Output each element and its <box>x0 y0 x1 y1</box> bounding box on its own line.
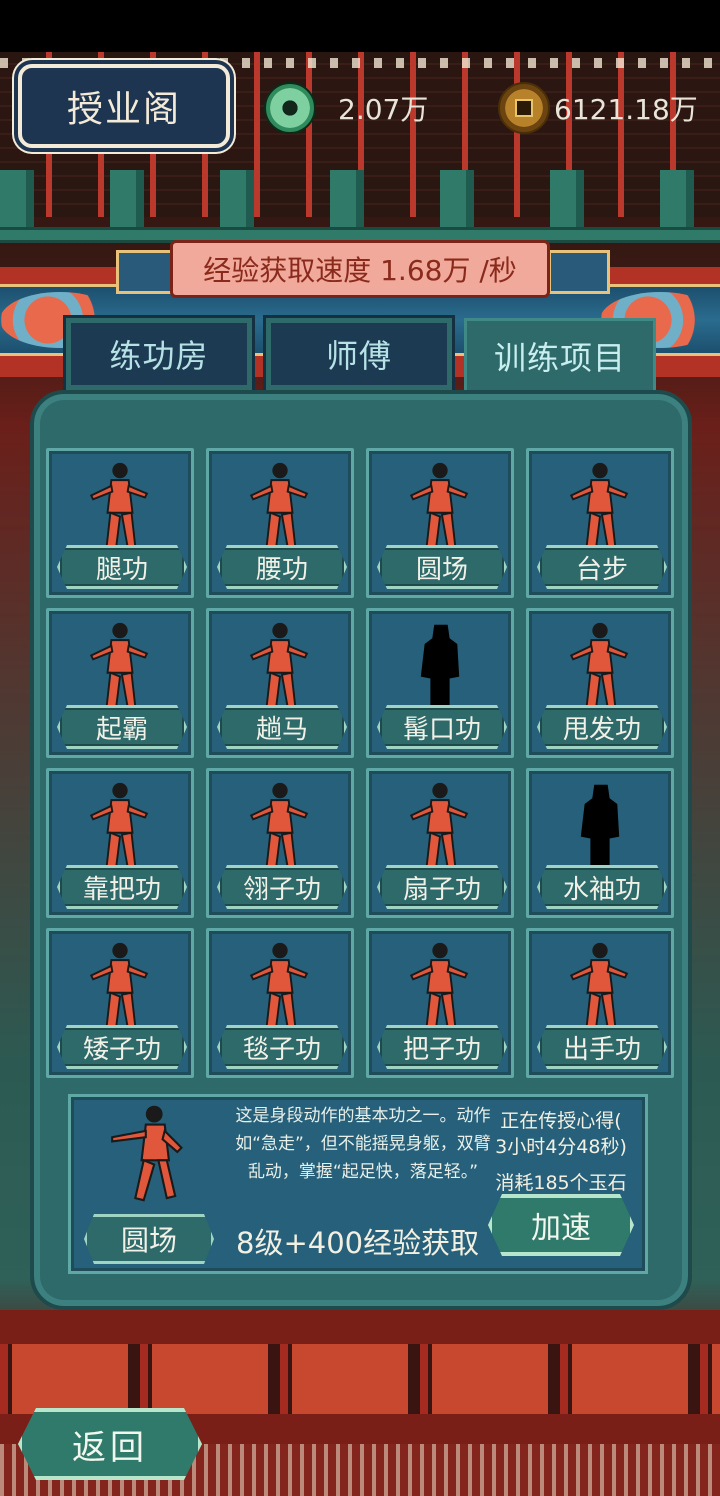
skill-card-label: 髯口功 <box>377 705 507 749</box>
coin-amount: 6121.18万 <box>554 93 698 126</box>
skill-grid: 腿功 腰功 圆场 台步起霸 趟马 髯口功 甩发功靠把功 翎子功 扇子功 水袖功矮子功 毯子功 把子功出… <box>46 448 676 1080</box>
skill-card-label: 水袖功 <box>537 865 667 909</box>
tab-label: 练功房 <box>109 337 209 375</box>
skill-card-label: 出手功 <box>537 1025 667 1069</box>
skill-card-label: 翎子功 <box>217 865 347 909</box>
jade-amount: 2.07万 <box>338 93 429 126</box>
status-bar <box>0 0 720 52</box>
exp-speed-text: 经验获取速度 1.68万 /秒 <box>203 254 517 287</box>
skill-card-label: 腿功 <box>57 545 187 589</box>
walking-figure-icon <box>111 1105 183 1202</box>
status-line2: 3小时4分48秒) <box>495 1136 627 1158</box>
horsewhip-figure-icon <box>249 622 309 709</box>
skill-card-label: 台步 <box>537 545 667 589</box>
skill-description: 这是身段动作的基本功之一。动作如“急走”，但不能摇晃身躯，双臂乱动，掌握“起足快… <box>235 1106 491 1182</box>
skill-card[interactable]: 出手功 <box>526 928 674 1078</box>
weapon-stance-figure-icon <box>409 942 469 1029</box>
general-pose-figure-icon <box>89 622 149 709</box>
skill-card-label: 靠把功 <box>57 865 187 909</box>
back-label: 返回 <box>72 1427 148 1468</box>
training-status: 正在传授心得( 3小时4分48秒) 消耗185个玉石 <box>484 1108 638 1196</box>
detail-skill-name: 圆场 <box>84 1214 214 1264</box>
tab-training-items[interactable]: 训练项目 <box>464 318 656 390</box>
jade-disc-icon <box>264 82 316 134</box>
skill-card[interactable]: 台步 <box>526 448 674 598</box>
skill-card[interactable]: 起霸 <box>46 608 194 758</box>
copper-coin-icon <box>498 82 550 134</box>
skill-card-label: 起霸 <box>57 705 187 749</box>
page-title-plaque: 授业阁 <box>18 64 230 148</box>
skill-card[interactable]: 腰功 <box>206 448 354 598</box>
skill-card[interactable]: 趟马 <box>206 608 354 758</box>
back-button[interactable]: 返回 <box>18 1408 202 1480</box>
tab-practice-room[interactable]: 练功房 <box>63 315 255 393</box>
speed-up-button[interactable]: 加速 <box>488 1194 634 1256</box>
skill-card[interactable]: 髯口功 <box>366 608 514 758</box>
knot-ornament-right <box>548 250 610 294</box>
skill-card[interactable]: 圆场 <box>366 448 514 598</box>
fan-figure-icon <box>409 782 469 869</box>
status-line1: 正在传授心得( <box>500 1110 622 1132</box>
skill-card-label: 毯子功 <box>217 1025 347 1069</box>
throwing-figure-icon <box>569 942 629 1029</box>
skill-card[interactable]: 把子功 <box>366 928 514 1078</box>
tab-master[interactable]: 师傅 <box>263 315 455 393</box>
skill-card[interactable]: 扇子功 <box>366 768 514 918</box>
skill-card-label: 腰功 <box>217 545 347 589</box>
page-title: 授业阁 <box>66 89 181 130</box>
knot-ornament-left <box>116 250 178 294</box>
skill-card[interactable]: 矮子功 <box>46 928 194 1078</box>
detail-skill-name-text: 圆场 <box>120 1224 177 1257</box>
lower-carved-panels <box>0 1344 720 1414</box>
skill-card-label: 矮子功 <box>57 1025 187 1069</box>
pheasant-feather-figure-icon <box>249 782 309 869</box>
locked-silhouette-icon <box>580 784 620 872</box>
tumbling-figure-icon <box>249 942 309 1029</box>
coin-currency: 6121.18万 <box>498 82 698 134</box>
jade-cost: 消耗185个玉石 <box>495 1172 627 1194</box>
skill-card[interactable]: 靠把功 <box>46 768 194 918</box>
armor-flags-figure-icon <box>89 782 149 869</box>
skill-card-label: 甩发功 <box>537 705 667 749</box>
jade-currency: 2.07万 <box>264 82 429 134</box>
tab-label: 训练项目 <box>493 338 626 377</box>
stage-step-figure-icon <box>569 462 629 549</box>
skill-card-label: 扇子功 <box>377 865 507 909</box>
hair-swing-figure-icon <box>569 622 629 709</box>
locked-silhouette-icon <box>420 624 460 712</box>
skill-card[interactable]: 腿功 <box>46 448 194 598</box>
walking-figure-icon <box>409 462 469 549</box>
skill-card[interactable]: 翎子功 <box>206 768 354 918</box>
skill-card-label: 把子功 <box>377 1025 507 1069</box>
leg-kick-figure-icon <box>89 462 149 549</box>
skill-card[interactable]: 水袖功 <box>526 768 674 918</box>
squat-figure-icon <box>89 942 149 1029</box>
skill-card-label: 圆场 <box>377 545 507 589</box>
exp-speed-banner: 经验获取速度 1.68万 /秒 <box>170 240 550 298</box>
skill-card[interactable]: 甩发功 <box>526 608 674 758</box>
exp-gain-text: 8级+400经验获取 <box>236 1226 480 1260</box>
speed-up-label: 加速 <box>531 1211 591 1246</box>
skill-card[interactable]: 毯子功 <box>206 928 354 1078</box>
backbend-figure-icon <box>249 462 309 549</box>
skill-card-label: 趟马 <box>217 705 347 749</box>
tab-label: 师傅 <box>325 337 392 375</box>
